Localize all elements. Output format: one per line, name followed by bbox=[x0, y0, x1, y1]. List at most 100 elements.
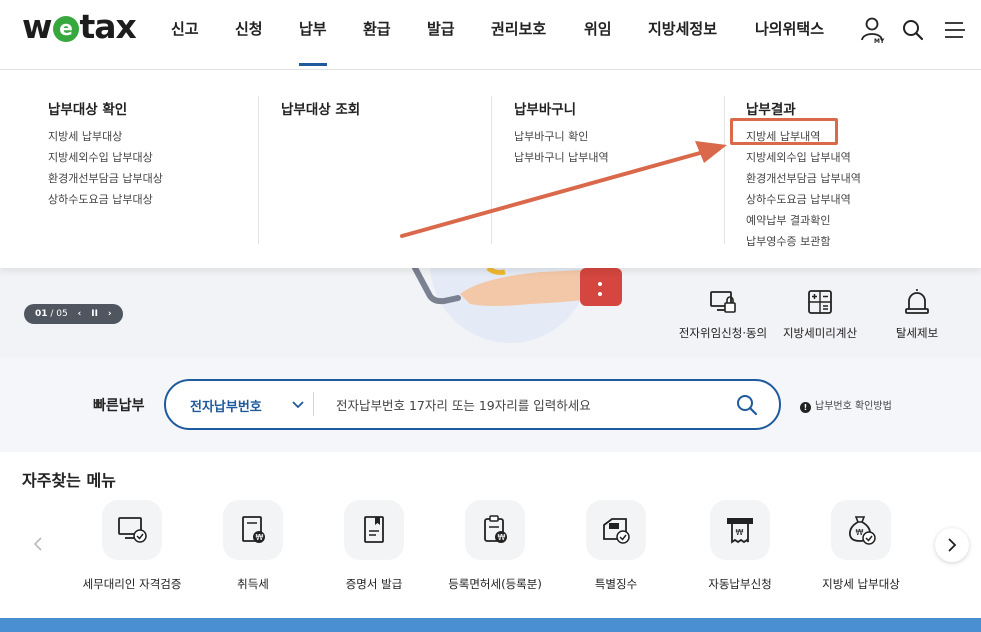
slide-prev-button[interactable]: ‹ bbox=[78, 304, 82, 324]
quick-link-label: 탈세제보 bbox=[895, 326, 939, 340]
nav-local-tax-info[interactable]: 지방세정보 bbox=[648, 18, 717, 42]
mega-divider bbox=[724, 96, 725, 244]
mega-col-title: 납부결과 bbox=[746, 102, 796, 118]
nav-report[interactable]: 신고 bbox=[171, 18, 199, 42]
fast-pay-separator bbox=[313, 392, 314, 416]
search-icon[interactable] bbox=[736, 394, 758, 416]
hamburger-menu-icon[interactable] bbox=[943, 16, 969, 44]
mega-col-payment-target-check: 납부대상 확인 지방세 납부대상 지방세외수입 납부대상 환경개선부담금 납부대… bbox=[48, 98, 163, 210]
favorites-next-button[interactable] bbox=[935, 528, 969, 562]
logo-e-badge: e bbox=[52, 16, 79, 42]
favorite-special-collection[interactable]: 특별징수 bbox=[551, 500, 681, 592]
fav-icon-box: ₩ bbox=[831, 500, 891, 560]
nav-rights[interactable]: 권리보호 bbox=[491, 18, 546, 42]
payment-number-input[interactable] bbox=[336, 393, 716, 417]
bottom-banner-strip bbox=[0, 618, 981, 632]
mega-col-payment-basket: 납부바구니 납부바구니 확인 납부바구니 납부내역 bbox=[514, 98, 609, 168]
monitor-check-icon bbox=[118, 517, 147, 543]
chevron-left-icon bbox=[33, 537, 42, 551]
menu-payment-receipt-box[interactable]: 납부영수증 보관함 bbox=[746, 231, 861, 252]
nav-delegation[interactable]: 위임 bbox=[584, 18, 612, 42]
box-check-icon bbox=[603, 518, 630, 544]
fast-pay-label: 빠른납부 bbox=[93, 398, 145, 414]
menu-payment-target-lookup[interactable]: 납부대상 조회 bbox=[281, 98, 360, 120]
menu-water-fee-payment-target[interactable]: 상하수도요금 납부대상 bbox=[48, 189, 163, 210]
logo-letters-tax: tax bbox=[79, 7, 137, 46]
help-text: 납부번호 확인방법 bbox=[815, 401, 892, 412]
favorite-tax-agent-verification[interactable]: 세무대리인 자격검증 bbox=[67, 500, 197, 592]
search-icon[interactable] bbox=[900, 16, 926, 44]
favorite-auto-payment-application[interactable]: ₩ 자동납부신청 bbox=[675, 500, 805, 592]
slide-controller: 01 / 05 ‹ II › bbox=[24, 304, 123, 324]
fav-label: 등록면허세(등록분) bbox=[448, 577, 542, 591]
payment-mega-menu: 납부대상 확인 지방세 납부대상 지방세외수입 납부대상 환경개선부담금 납부대… bbox=[0, 70, 981, 268]
clipboard-won-icon: ₩ bbox=[484, 515, 507, 543]
chevron-down-icon bbox=[292, 401, 304, 409]
menu-local-tax-payment-history[interactable]: 지방세 납부내역 bbox=[746, 126, 861, 147]
menu-environment-charge-payment-history[interactable]: 환경개선부담금 납부내역 bbox=[746, 168, 861, 189]
money-bag-icon: ₩ bbox=[849, 516, 876, 545]
nav-payment[interactable]: 납부 bbox=[299, 18, 327, 66]
svg-text:₩: ₩ bbox=[736, 528, 744, 537]
fav-label: 지방세 납부대상 bbox=[822, 577, 900, 591]
certificate-document-icon bbox=[364, 516, 384, 543]
fav-icon-box: ₩ bbox=[223, 500, 283, 560]
calculator-icon bbox=[808, 290, 832, 314]
menu-environment-charge-payment-target[interactable]: 환경개선부담금 납부대상 bbox=[48, 168, 163, 189]
chevron-right-icon bbox=[948, 538, 957, 552]
mega-divider bbox=[491, 96, 492, 244]
favorite-local-tax-payment-target[interactable]: ₩ 지방세 납부대상 bbox=[796, 500, 926, 592]
slide-total: / 05 bbox=[50, 309, 68, 319]
page-root: w e tax 신고 신청 납부 환급 발급 권리보호 위임 지방세정보 나의위택스… bbox=[0, 0, 981, 632]
payment-number-help-link[interactable]: ! 납부번호 확인방법 bbox=[800, 397, 892, 413]
menu-local-tax-payment-target[interactable]: 지방세 납부대상 bbox=[48, 126, 163, 147]
favorites-title: 자주찾는 메뉴 bbox=[22, 471, 116, 490]
menu-scheduled-payment-result[interactable]: 예약납부 결과확인 bbox=[746, 210, 861, 231]
menu-payment-basket-history[interactable]: 납부바구니 납부내역 bbox=[514, 147, 609, 168]
favorites-prev-button[interactable] bbox=[26, 530, 50, 558]
nav-my-wetax[interactable]: 나의위택스 bbox=[755, 18, 824, 42]
fav-icon-box bbox=[344, 500, 404, 560]
favorite-acquisition-tax[interactable]: ₩ 취득세 bbox=[188, 500, 318, 592]
alarm-siren-icon bbox=[905, 289, 929, 314]
mega-col-payment-result: 납부결과 지방세 납부내역 지방세외수입 납부내역 환경개선부담금 납부내역 상… bbox=[746, 98, 861, 252]
slide-pause-button[interactable]: II bbox=[91, 304, 98, 324]
svg-text:₩: ₩ bbox=[498, 533, 506, 542]
fav-label: 증명서 발급 bbox=[345, 577, 403, 591]
select-value: 전자납부번호 bbox=[190, 400, 262, 415]
nav-issue[interactable]: 발급 bbox=[427, 18, 455, 42]
mega-col-payment-target-lookup: 납부대상 조회 bbox=[281, 98, 360, 126]
quick-link-tax-evasion-report[interactable]: 탈세제보 bbox=[857, 288, 977, 341]
logo-letters-w: w bbox=[22, 7, 52, 46]
mega-divider bbox=[258, 96, 259, 244]
fav-label: 자동납부신청 bbox=[708, 577, 772, 591]
fav-label: 특별징수 bbox=[594, 577, 638, 591]
menu-water-fee-payment-history[interactable]: 상하수도요금 납부내역 bbox=[746, 189, 861, 210]
hand-phone-illustration bbox=[412, 268, 622, 343]
fav-icon-box: ₩ bbox=[710, 500, 770, 560]
wetax-logo[interactable]: w e tax bbox=[22, 7, 137, 46]
document-won-icon: ₩ bbox=[242, 516, 265, 543]
fav-icon-box bbox=[586, 500, 646, 560]
receipt-printer-icon: ₩ bbox=[727, 518, 753, 544]
slide-current-number: 01 bbox=[35, 309, 48, 319]
nav-apply[interactable]: 신청 bbox=[235, 18, 263, 42]
menu-non-tax-revenue-payment-history[interactable]: 지방세외수입 납부내역 bbox=[746, 147, 861, 168]
menu-payment-basket-check[interactable]: 납부바구니 확인 bbox=[514, 126, 609, 147]
slide-next-button[interactable]: › bbox=[108, 304, 112, 324]
favorite-registration-license-tax[interactable]: ₩ 등록면허세(등록분) bbox=[430, 500, 560, 592]
favorite-certificate-issuance[interactable]: 증명서 발급 bbox=[309, 500, 439, 592]
my-user-icon[interactable]: MY bbox=[860, 16, 886, 45]
payment-number-type-select[interactable]: 전자납부번호 bbox=[190, 396, 304, 415]
site-header: w e tax 신고 신청 납부 환급 발급 권리보호 위임 지방세정보 나의위택스… bbox=[0, 0, 981, 70]
menu-non-tax-revenue-payment-target[interactable]: 지방세외수입 납부대상 bbox=[48, 147, 163, 168]
svg-text:₩: ₩ bbox=[856, 528, 864, 537]
my-badge-text: MY bbox=[874, 38, 885, 44]
fav-label: 취득세 bbox=[237, 577, 269, 591]
svg-text:₩: ₩ bbox=[256, 533, 264, 542]
nav-refund[interactable]: 환급 bbox=[363, 18, 391, 42]
mega-col-title: 납부바구니 bbox=[514, 102, 577, 118]
fav-icon-box: ₩ bbox=[465, 500, 525, 560]
mega-col-title: 납부대상 확인 bbox=[48, 102, 128, 118]
fav-icon-box bbox=[102, 500, 162, 560]
